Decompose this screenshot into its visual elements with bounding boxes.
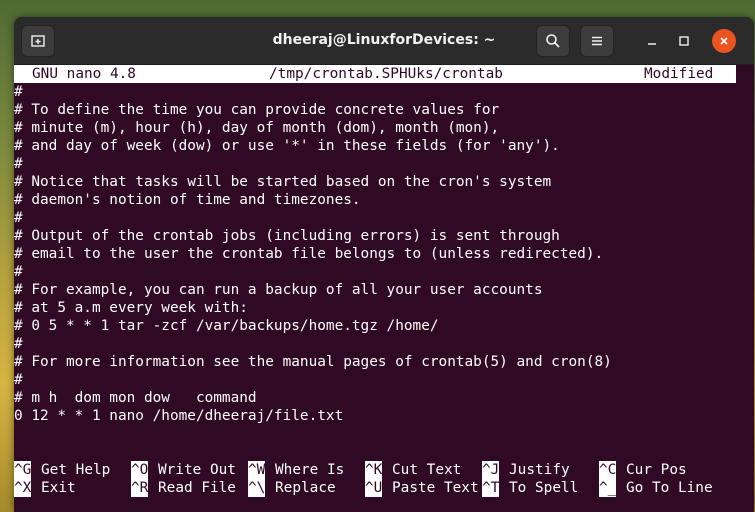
- close-button[interactable]: [712, 29, 736, 53]
- nano-version: GNU nano 4.8: [32, 66, 136, 82]
- shortcut-key: ^X: [14, 479, 32, 497]
- shortcut-label: Paste Text: [392, 480, 479, 496]
- new-tab-button[interactable]: [21, 25, 55, 57]
- editor-line[interactable]: # For example, you can run a backup of a…: [14, 281, 543, 299]
- editor-line[interactable]: # To define the time you can provide con…: [14, 101, 499, 119]
- minimize-icon: [648, 43, 656, 45]
- editor-line[interactable]: # and day of week (dow) or use '*' in th…: [14, 137, 560, 155]
- shortcut-label: Where Is: [275, 462, 345, 478]
- editor-line[interactable]: #: [14, 335, 23, 353]
- nano-header-bar: GNU nano 4.8 /tmp/crontab.SPHUks/crontab…: [14, 65, 736, 83]
- maximize-button[interactable]: [672, 29, 696, 53]
- shortcut-label: Exit: [41, 480, 76, 496]
- editor-line[interactable]: # daemon's notion of time and timezones.: [14, 191, 361, 209]
- editor-line[interactable]: # Notice that tasks will be started base…: [14, 173, 551, 191]
- minimize-button[interactable]: [640, 29, 664, 53]
- menu-button[interactable]: [580, 25, 614, 57]
- terminal-content[interactable]: GNU nano 4.8 /tmp/crontab.SPHUks/crontab…: [14, 65, 754, 512]
- search-icon: [546, 34, 560, 48]
- search-button[interactable]: [536, 25, 570, 57]
- nano-modified-status: Modified: [644, 66, 714, 82]
- editor-line[interactable]: 0 12 * * 1 nano /home/dheeraj/file.txt: [14, 407, 343, 425]
- editor-line[interactable]: # 0 5 * * 1 tar -zcf /var/backups/home.t…: [14, 317, 439, 335]
- new-tab-icon: [31, 35, 45, 47]
- editor-line[interactable]: #: [14, 155, 23, 173]
- shortcut-label: Write Out: [158, 462, 236, 478]
- shortcut-key: ^_: [599, 479, 617, 497]
- hamburger-menu-icon: [592, 36, 602, 46]
- shortcut-key: ^J: [482, 461, 500, 479]
- shortcut-label: Replace: [275, 480, 336, 496]
- shortcut-label: To Spell: [509, 480, 579, 496]
- editor-line[interactable]: #: [14, 263, 23, 281]
- editor-line[interactable]: #: [14, 209, 23, 227]
- terminal-window: dheeraj@LinuxforDevices: ~ GNU nano 4.8 …: [14, 17, 754, 512]
- shortcut-key: ^U: [365, 479, 383, 497]
- editor-line[interactable]: # For more information see the manual pa…: [14, 353, 612, 371]
- title-bar[interactable]: dheeraj@LinuxforDevices: ~: [14, 17, 754, 65]
- shortcut-label: Go To Line: [626, 480, 713, 496]
- shortcut-label: Get Help: [41, 462, 111, 478]
- shortcut-key: ^R: [131, 479, 149, 497]
- nano-filename: /tmp/crontab.SPHUks/crontab: [269, 66, 503, 82]
- shortcut-key: ^G: [14, 461, 32, 479]
- editor-line[interactable]: # email to the user the crontab file bel…: [14, 245, 603, 263]
- editor-line[interactable]: # m h dom mon dow command: [14, 389, 257, 407]
- editor-line[interactable]: #: [14, 371, 23, 389]
- editor-line[interactable]: # minute (m), hour (h), day of month (do…: [14, 119, 499, 137]
- shortcut-label: Cut Text: [392, 462, 462, 478]
- shortcut-key: ^T: [482, 479, 500, 497]
- editor-line[interactable]: #: [14, 83, 23, 101]
- shortcut-key: ^O: [131, 461, 149, 479]
- maximize-icon: [679, 36, 689, 46]
- shortcut-key: ^W: [248, 461, 266, 479]
- editor-line[interactable]: # Output of the crontab jobs (including …: [14, 227, 560, 245]
- shortcut-key: ^K: [365, 461, 383, 479]
- close-icon: [720, 37, 728, 45]
- shortcut-label: Cur Pos: [626, 462, 687, 478]
- shortcut-key: ^C: [599, 461, 617, 479]
- shortcut-label: Read File: [158, 480, 236, 496]
- shortcut-label: Justify: [509, 462, 570, 478]
- editor-line[interactable]: # at 5 a.m every week with:: [14, 299, 248, 317]
- shortcut-key: ^\: [248, 479, 266, 497]
